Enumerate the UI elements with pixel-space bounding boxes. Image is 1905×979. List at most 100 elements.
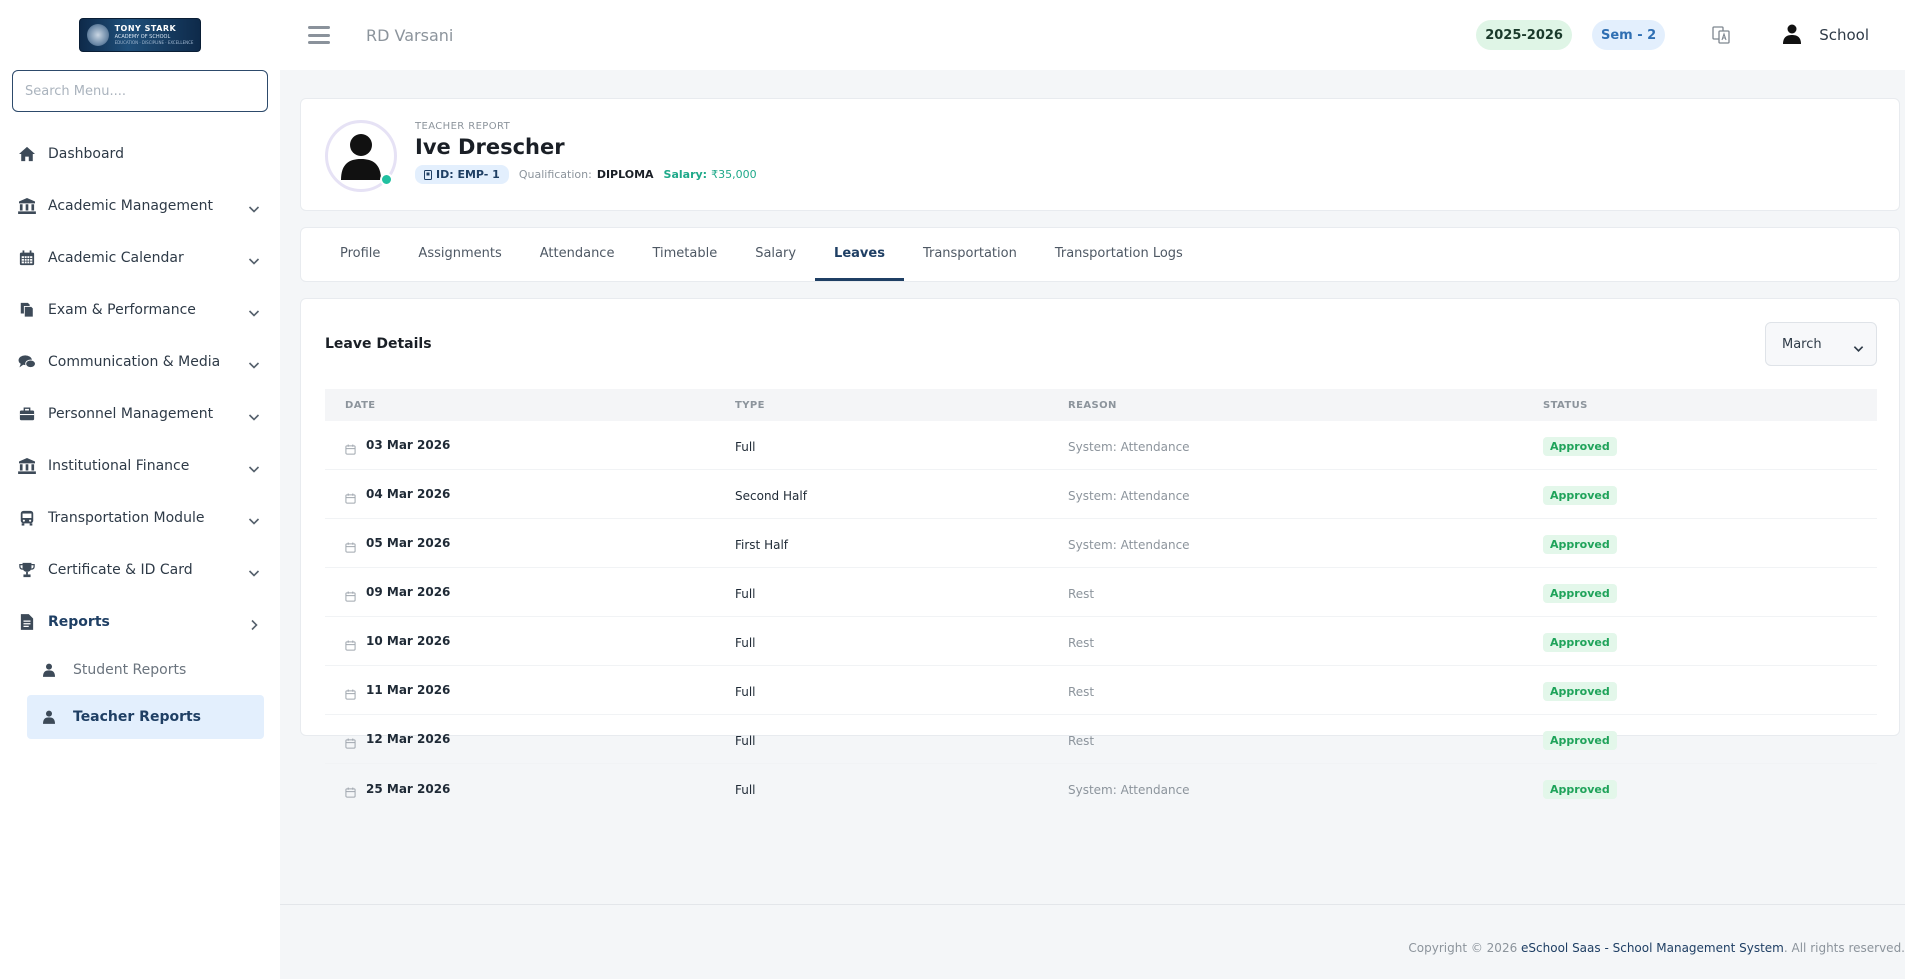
salary-label: Salary: [663, 168, 708, 181]
documents-icon [18, 301, 36, 319]
teacher-name: Ive Drescher [415, 135, 565, 159]
briefcase-icon [18, 405, 36, 423]
table-row: 09 Mar 2026 Full Rest Approved [325, 568, 1877, 617]
footer: Copyright © 2026 eSchool Saas - School M… [280, 904, 1905, 979]
leave-reason: Rest [1068, 684, 1095, 699]
cell-type: Second Half [735, 485, 1068, 504]
cell-status: Approved [1543, 631, 1877, 652]
sidebar-item-label: Academic Management [48, 198, 214, 214]
cell-type: Full [735, 583, 1068, 602]
cell-date: 12 Mar 2026 [325, 732, 735, 749]
leave-type: Full [735, 635, 756, 650]
tab-timetable[interactable]: Timetable [633, 229, 736, 281]
column-header-date: DATE [345, 399, 376, 411]
sidebar-item-institutional-finance[interactable]: Institutional Finance [0, 440, 280, 492]
cell-status: Approved [1543, 435, 1877, 456]
bank-icon [18, 457, 36, 475]
tab-transportation-logs[interactable]: Transportation Logs [1036, 229, 1202, 281]
status-badge: Approved [1543, 730, 1617, 750]
chevron-down-icon [248, 460, 260, 473]
column-header-status: STATUS [1543, 399, 1588, 411]
cell-date: 25 Mar 2026 [325, 782, 735, 798]
chevron-down-icon [248, 564, 260, 577]
school-logo[interactable]: TONY STARK ACADEMY OF SCHOOL EDUCATION ·… [79, 18, 201, 52]
cell-type: Full [735, 632, 1068, 651]
copyright-suffix: . All rights reserved. [1783, 941, 1905, 955]
cell-reason: Rest [1068, 583, 1543, 602]
chevron-down-icon [248, 200, 260, 213]
user-name[interactable]: School [1819, 26, 1869, 44]
leave-details-title: Leave Details [325, 336, 432, 352]
cell-type: Full [735, 681, 1068, 700]
home-icon [18, 145, 36, 163]
cell-date: 11 Mar 2026 [325, 683, 735, 700]
cell-reason: System: Attendance [1068, 534, 1543, 553]
cell-type: Full [735, 436, 1068, 455]
id-card-icon [424, 169, 432, 180]
tab-assignments[interactable]: Assignments [399, 229, 520, 281]
leave-reason: Rest [1068, 733, 1095, 748]
leave-type: First Half [735, 537, 789, 552]
calendar-icon [345, 489, 356, 504]
leave-date: 12 Mar 2026 [366, 732, 451, 746]
cell-status: Approved [1543, 729, 1877, 750]
user-avatar-icon[interactable] [1783, 24, 1803, 46]
leave-type: Full [735, 783, 756, 797]
sidebar-item-dashboard[interactable]: Dashboard [0, 128, 280, 180]
cell-date: 04 Mar 2026 [325, 487, 735, 504]
calendar-icon [18, 249, 36, 267]
sidebar-item-label: Exam & Performance [48, 302, 196, 318]
leave-date: 04 Mar 2026 [366, 487, 451, 501]
sidebar-item-personnel-management[interactable]: Personnel Management [0, 388, 280, 440]
employee-id-badge: ID: EMP- 1 [415, 165, 509, 184]
semester-badge[interactable]: Sem - 2 [1591, 20, 1666, 50]
leave-date: 09 Mar 2026 [366, 585, 451, 599]
tab-leaves[interactable]: Leaves [815, 229, 904, 281]
status-badge: Approved [1543, 485, 1617, 505]
column-header-reason: REASON [1068, 399, 1117, 411]
cell-status: Approved [1543, 582, 1877, 603]
leave-reason: Rest [1068, 586, 1095, 601]
sidebar: TONY STARK ACADEMY OF SCHOOL EDUCATION ·… [0, 0, 280, 979]
cell-status: Approved [1543, 533, 1877, 554]
calendar-icon [345, 440, 356, 455]
status-badge: Approved [1543, 436, 1617, 456]
sidebar-subitem-student-reports[interactable]: Student Reports [27, 648, 264, 692]
sidebar-item-academic-calendar[interactable]: Academic Calendar [0, 232, 280, 284]
session-badge[interactable]: 2025-2026 [1476, 20, 1572, 50]
trophy-icon [18, 561, 36, 579]
sidebar-item-academic-management[interactable]: Academic Management [0, 180, 280, 232]
language-icon[interactable] [1711, 25, 1731, 45]
chevron-down-icon [248, 512, 260, 525]
school-name: RD Varsani [366, 25, 454, 45]
report-tabs: Profile Assignments Attendance Timetable… [300, 227, 1900, 282]
teacher-profile-card: TEACHER REPORT Ive Drescher ID: EMP- 1 Q… [300, 98, 1900, 211]
brand-link[interactable]: eSchool Saas - School Management System [1521, 941, 1784, 955]
leave-date: 10 Mar 2026 [366, 634, 451, 648]
institution-icon [18, 197, 36, 215]
sidebar-item-certificate-id-card[interactable]: Certificate & ID Card [0, 544, 280, 596]
tab-attendance[interactable]: Attendance [521, 229, 634, 281]
logo-line-1: TONY STARK [114, 24, 177, 33]
tab-transportation[interactable]: Transportation [904, 229, 1036, 281]
chevron-down-icon [1853, 339, 1864, 352]
sidebar-item-label: Transportation Module [48, 510, 205, 526]
sidebar-item-communication-media[interactable]: Communication & Media [0, 336, 280, 388]
menu-toggle-icon[interactable] [308, 26, 330, 44]
sidebar-item-exam-performance[interactable]: Exam & Performance [0, 284, 280, 336]
sidebar-subitem-teacher-reports[interactable]: Teacher Reports [27, 695, 264, 739]
sidebar-nav: Dashboard Academic Management Academic C… [0, 128, 280, 739]
month-select[interactable]: March [1765, 322, 1877, 366]
sidebar-item-transportation-module[interactable]: Transportation Module [0, 492, 280, 544]
teacher-avatar [325, 120, 397, 192]
search-menu-input[interactable] [25, 83, 255, 99]
user-silhouette-icon [341, 134, 381, 180]
column-header-type: TYPE [735, 399, 765, 411]
cell-reason: Rest [1068, 681, 1543, 700]
leave-type: Full [735, 439, 756, 454]
tab-profile[interactable]: Profile [321, 229, 399, 281]
cell-type: First Half [735, 534, 1068, 553]
table-row: 10 Mar 2026 Full Rest Approved [325, 617, 1877, 666]
sidebar-item-reports[interactable]: Reports [0, 596, 280, 648]
tab-salary[interactable]: Salary [736, 229, 815, 281]
